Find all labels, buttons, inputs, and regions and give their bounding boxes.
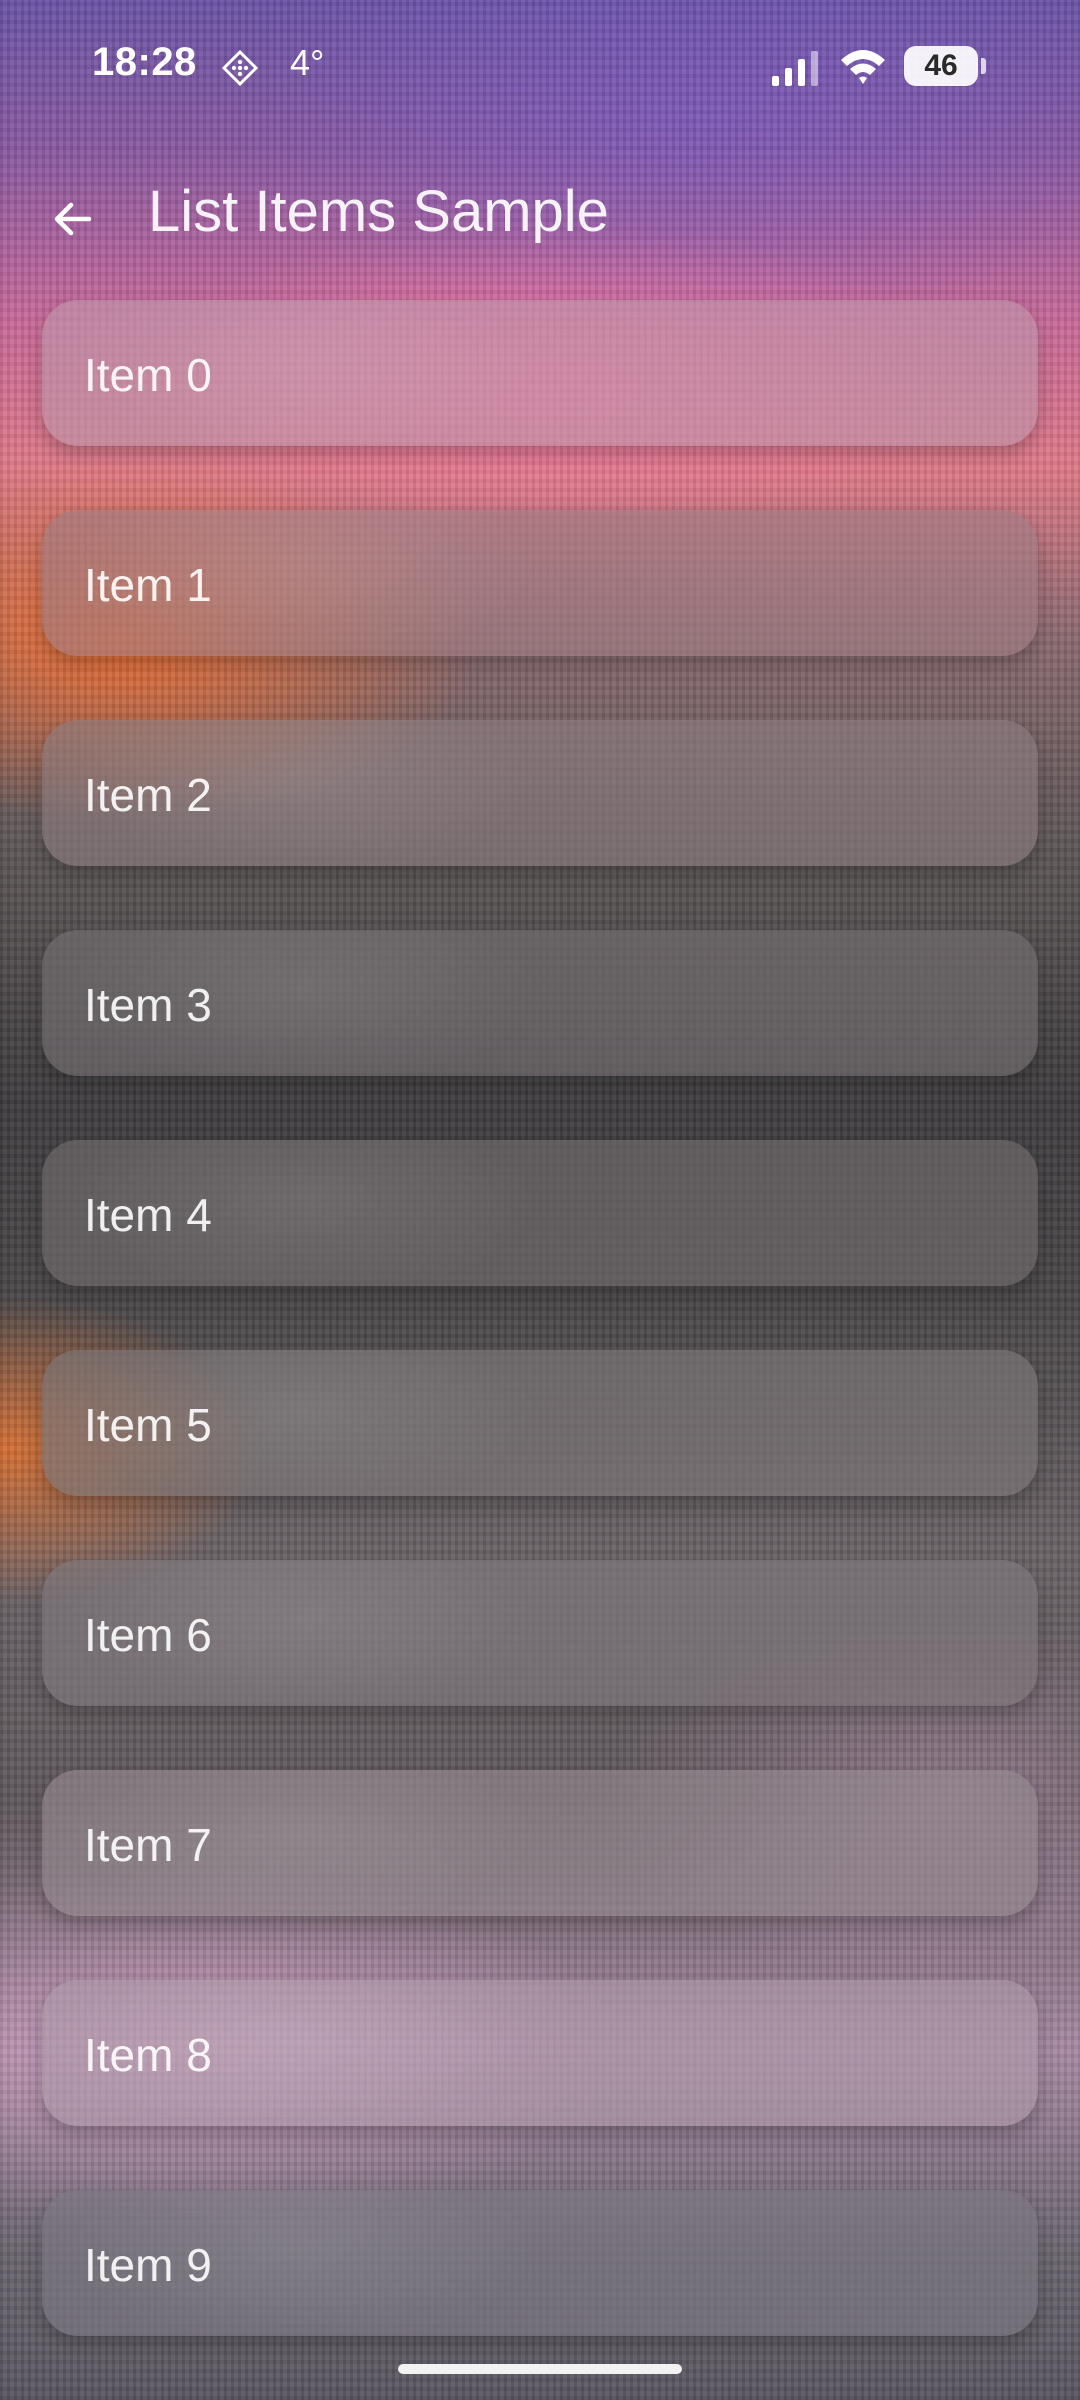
list-item[interactable]: Item 5 [42,1350,1038,1496]
list-item-label: Item 7 [84,1819,212,1871]
battery-cap [981,58,986,74]
list-item-label: Item 4 [84,1189,212,1241]
list-item[interactable]: Item 9 [42,2190,1038,2336]
list-item-label: Item 3 [84,979,212,1031]
page-title: List Items Sample [148,179,609,244]
status-temperature: 4° [290,42,325,83]
back-button[interactable] [40,186,106,252]
list-item[interactable]: Item 1 [42,510,1038,656]
battery-level: 46 [904,46,978,86]
list-item[interactable]: Item 6 [42,1560,1038,1706]
list-item-label: Item 0 [84,349,212,401]
list-item-label: Item 5 [84,1399,212,1451]
list-item[interactable]: Item 3 [42,930,1038,1076]
list-item-label: Item 9 [84,2239,212,2291]
list-item-label: Item 8 [84,2029,212,2081]
list-item[interactable]: Item 2 [42,720,1038,866]
list-item[interactable]: Item 8 [42,1980,1038,2126]
battery-icon: 46 [904,46,986,86]
status-bar: 18:28 4° 46 [0,0,1080,134]
status-time: 18:28 [92,40,197,84]
list-item-label: Item 6 [84,1609,212,1661]
navigation-diamond-icon [222,50,258,86]
list-item[interactable]: Item 0 [42,300,1038,446]
home-indicator[interactable] [398,2364,682,2374]
arrow-back-icon [54,202,92,236]
wifi-icon [841,50,885,84]
list-item-label: Item 1 [84,559,212,611]
app-bar: List Items Sample [0,160,1080,270]
list-item[interactable]: Item 4 [42,1140,1038,1286]
list-item[interactable]: Item 7 [42,1770,1038,1916]
signal-icon [772,51,818,86]
list-item-label: Item 2 [84,769,212,821]
